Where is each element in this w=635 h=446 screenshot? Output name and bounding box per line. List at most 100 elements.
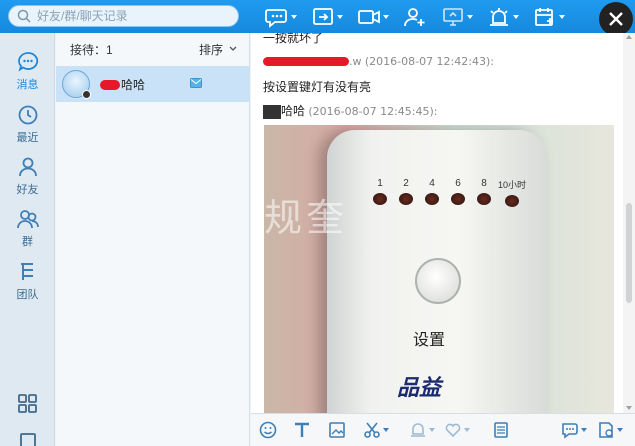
nav-label: 好友 — [16, 184, 39, 196]
calendar-button[interactable] — [533, 6, 565, 28]
input-toolbar — [251, 413, 635, 446]
more-settings-button[interactable] — [597, 421, 623, 439]
nav-label: 消息 — [16, 79, 39, 91]
avatar — [62, 70, 91, 99]
nav-label: 群 — [22, 236, 33, 248]
bell-icon — [411, 423, 425, 437]
led-light — [373, 193, 387, 205]
nav-item-team[interactable]: 团队 — [0, 261, 55, 303]
smiley-icon — [259, 421, 277, 439]
message-icon — [17, 52, 38, 72]
reception-count: 接待：1 — [70, 42, 113, 57]
scroll-thumb[interactable] — [626, 203, 632, 303]
led-label: 6 — [455, 178, 461, 189]
nav-item-friends[interactable]: 好友 — [0, 156, 55, 198]
led-label: 8 — [481, 178, 487, 189]
message-text: 一按就坏了 — [263, 33, 324, 45]
nav-item-groups[interactable]: 群 — [0, 208, 55, 250]
contact-panel: 接待：1 排序 哈哈 — [56, 33, 250, 446]
mail-icon — [190, 78, 202, 88]
led-light — [505, 195, 519, 207]
image-icon — [329, 422, 345, 438]
nav-item-recent[interactable]: 最近 — [0, 104, 55, 146]
document-settings-icon — [599, 422, 613, 438]
remote-desktop-icon — [443, 7, 463, 26]
sort-label: 排序 — [198, 42, 223, 57]
font-button[interactable] — [293, 421, 311, 439]
contact-row[interactable]: 哈哈 — [56, 66, 249, 102]
add-contact-icon — [404, 7, 425, 26]
message-header: 哈哈 (2016-08-07 12:45:45): — [263, 102, 437, 119]
calculator-button[interactable] — [492, 421, 510, 439]
chat-history[interactable]: 一按就坏了 .w (2016-08-07 12:42:43): 按设置键灯有没有… — [251, 33, 635, 413]
device-set-button — [415, 258, 461, 304]
timer-device-photo: 1 2 4 6 8 10小时 设置 品益 — [327, 130, 547, 413]
led-light — [451, 193, 465, 205]
nav-item-messages[interactable]: 消息 — [0, 51, 55, 93]
scissors-icon — [364, 422, 380, 438]
chat-bubble-icon — [265, 8, 287, 28]
sender-name: 哈哈 — [281, 104, 306, 118]
redacted-name — [100, 80, 120, 91]
sort-dropdown[interactable]: 排序 — [199, 41, 237, 58]
device-button[interactable] — [0, 432, 55, 446]
chat-record-button[interactable] — [561, 421, 587, 439]
share-screen-button[interactable] — [311, 6, 343, 28]
sender-suffix: .w — [349, 55, 362, 68]
scroll-down-arrow[interactable] — [626, 406, 632, 410]
redacted-name — [263, 104, 281, 119]
chat-record-icon — [562, 423, 578, 439]
screenshot-button[interactable] — [363, 421, 389, 439]
device-brand-logo: 品益 — [397, 375, 442, 400]
led-label: 4 — [429, 178, 435, 189]
led-light — [399, 193, 413, 205]
message-timestamp: (2016-08-07 12:42:43): — [364, 55, 494, 68]
video-call-button[interactable] — [357, 6, 389, 28]
chat-bubble-button[interactable] — [265, 6, 297, 28]
chevron-down-icon — [229, 46, 237, 51]
nav-label: 最近 — [16, 132, 39, 144]
remote-desktop-button[interactable] — [441, 6, 473, 28]
calendar-icon — [535, 7, 553, 26]
message-timestamp: (2016-08-07 12:45:45): — [308, 105, 438, 118]
led-label: 1 — [377, 178, 383, 189]
led-row: 1 2 4 6 8 10小时 — [367, 178, 527, 207]
device-icon — [19, 433, 36, 446]
video-call-icon — [358, 9, 380, 24]
message-image[interactable]: 1 2 4 6 8 10小时 设置 品益 规奎 — [264, 125, 614, 413]
led-light — [425, 193, 439, 205]
device-button-label: 设置 — [413, 330, 446, 349]
team-icon — [20, 263, 33, 280]
message-header: .w (2016-08-07 12:42:43): — [263, 54, 494, 68]
status-dot — [82, 90, 91, 99]
close-icon — [609, 12, 623, 26]
led-label: 2 — [403, 178, 409, 189]
favorite-button[interactable] — [444, 421, 470, 439]
apps-grid-button[interactable] — [0, 393, 55, 417]
contact-name: 哈哈 — [121, 77, 146, 92]
add-contact-button[interactable] — [403, 6, 427, 28]
title-bar — [0, 0, 635, 36]
left-navigation: 消息 最近 好友 群 团队 — [0, 33, 55, 446]
led-label: 10小时 — [497, 180, 526, 190]
person-icon — [18, 157, 37, 177]
shake-button[interactable] — [409, 421, 435, 439]
search-icon — [17, 9, 31, 23]
alarm-button[interactable] — [487, 6, 519, 28]
alarm-icon — [490, 7, 508, 26]
message-text: 按设置键灯有没有亮 — [263, 80, 372, 94]
close-button[interactable] — [599, 2, 633, 36]
led-light — [477, 193, 491, 205]
redacted-name — [263, 57, 349, 67]
apps-grid-icon — [17, 394, 37, 413]
search-box[interactable] — [8, 5, 239, 27]
heart-icon — [445, 423, 461, 438]
search-input[interactable] — [37, 9, 227, 23]
chat-scrollbar[interactable] — [623, 33, 635, 413]
share-screen-icon — [313, 7, 333, 25]
group-icon — [16, 210, 39, 229]
emoji-button[interactable] — [259, 421, 277, 439]
scroll-up-arrow[interactable] — [626, 35, 632, 39]
image-button[interactable] — [328, 421, 346, 439]
clock-icon — [18, 105, 37, 125]
